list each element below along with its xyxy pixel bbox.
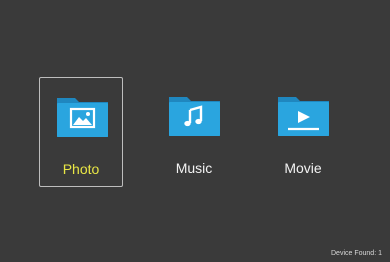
music-label: Music xyxy=(175,160,213,176)
device-found-label: Device Found: xyxy=(331,250,377,257)
photo-folder-icon xyxy=(55,92,110,139)
photo-label: Photo xyxy=(62,161,100,177)
photo-menu-item[interactable]: Photo xyxy=(39,77,123,187)
movie-label: Movie xyxy=(284,160,322,176)
movie-menu-item[interactable]: Movie xyxy=(261,77,345,187)
device-found-status: Device Found: 1 xyxy=(331,250,382,257)
movie-folder-icon xyxy=(276,91,331,138)
media-player-screen: Photo Music Movie Device Found: 1 xyxy=(0,0,390,262)
music-folder-icon xyxy=(167,91,222,138)
music-menu-item[interactable]: Music xyxy=(152,77,236,187)
device-found-count: 1 xyxy=(378,250,382,257)
